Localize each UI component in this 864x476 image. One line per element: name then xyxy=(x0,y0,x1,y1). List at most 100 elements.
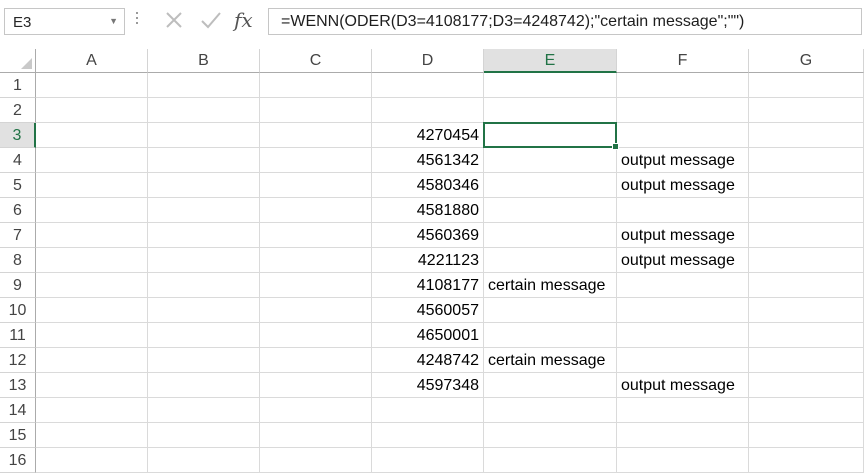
cell-b6[interactable] xyxy=(148,198,260,223)
column-header-c[interactable]: C xyxy=(260,49,372,73)
cell-g11[interactable] xyxy=(749,323,864,348)
cell-c5[interactable] xyxy=(260,173,372,198)
cell-g1[interactable] xyxy=(749,73,864,98)
cell-b1[interactable] xyxy=(148,73,260,98)
row-header-4[interactable]: 4 xyxy=(0,148,36,173)
cell-d3[interactable]: 4270454 xyxy=(372,123,484,148)
cell-b3[interactable] xyxy=(148,123,260,148)
cell-b16[interactable] xyxy=(148,448,260,473)
cell-c1[interactable] xyxy=(260,73,372,98)
cell-e14[interactable] xyxy=(484,398,617,423)
cell-b4[interactable] xyxy=(148,148,260,173)
cell-a6[interactable] xyxy=(36,198,148,223)
cell-c11[interactable] xyxy=(260,323,372,348)
cell-f16[interactable] xyxy=(617,448,749,473)
cell-e6[interactable] xyxy=(484,198,617,223)
cell-c2[interactable] xyxy=(260,98,372,123)
cell-d13[interactable]: 4597348 xyxy=(372,373,484,398)
cell-d14[interactable] xyxy=(372,398,484,423)
cell-f13[interactable]: output message xyxy=(617,373,749,398)
row-header-16[interactable]: 16 xyxy=(0,448,36,473)
cell-e7[interactable] xyxy=(484,223,617,248)
cell-d2[interactable] xyxy=(372,98,484,123)
cell-f11[interactable] xyxy=(617,323,749,348)
cell-g9[interactable] xyxy=(749,273,864,298)
column-header-g[interactable]: G xyxy=(749,49,864,73)
cell-d16[interactable] xyxy=(372,448,484,473)
cell-d6[interactable]: 4581880 xyxy=(372,198,484,223)
cancel-x-icon[interactable] xyxy=(158,6,190,36)
cell-c13[interactable] xyxy=(260,373,372,398)
checkmark-icon[interactable] xyxy=(195,6,227,36)
cell-g6[interactable] xyxy=(749,198,864,223)
active-cell-selection[interactable] xyxy=(483,122,619,150)
cell-e15[interactable] xyxy=(484,423,617,448)
cell-f5[interactable]: output message xyxy=(617,173,749,198)
cell-g13[interactable] xyxy=(749,373,864,398)
cell-g7[interactable] xyxy=(749,223,864,248)
cell-f7[interactable]: output message xyxy=(617,223,749,248)
row-header-15[interactable]: 15 xyxy=(0,423,36,448)
cell-g15[interactable] xyxy=(749,423,864,448)
cell-d10[interactable]: 4560057 xyxy=(372,298,484,323)
cell-a12[interactable] xyxy=(36,348,148,373)
cell-d12[interactable]: 4248742 xyxy=(372,348,484,373)
cell-c4[interactable] xyxy=(260,148,372,173)
cell-d1[interactable] xyxy=(372,73,484,98)
cell-b8[interactable] xyxy=(148,248,260,273)
fx-icon[interactable]: fx xyxy=(232,6,264,36)
cell-a3[interactable] xyxy=(36,123,148,148)
cell-g16[interactable] xyxy=(749,448,864,473)
cell-c16[interactable] xyxy=(260,448,372,473)
cell-b2[interactable] xyxy=(148,98,260,123)
cell-b10[interactable] xyxy=(148,298,260,323)
cell-a9[interactable] xyxy=(36,273,148,298)
cell-a15[interactable] xyxy=(36,423,148,448)
cell-g5[interactable] xyxy=(749,173,864,198)
cell-g4[interactable] xyxy=(749,148,864,173)
cell-b13[interactable] xyxy=(148,373,260,398)
column-header-d[interactable]: D xyxy=(372,49,484,73)
select-all-button[interactable] xyxy=(0,49,36,73)
row-header-14[interactable]: 14 xyxy=(0,398,36,423)
cell-f2[interactable] xyxy=(617,98,749,123)
cell-c6[interactable] xyxy=(260,198,372,223)
column-header-b[interactable]: B xyxy=(148,49,260,73)
row-header-6[interactable]: 6 xyxy=(0,198,36,223)
cell-g8[interactable] xyxy=(749,248,864,273)
row-header-1[interactable]: 1 xyxy=(0,73,36,98)
column-header-a[interactable]: A xyxy=(36,49,148,73)
row-header-3[interactable]: 3 xyxy=(0,123,36,148)
chevron-down-icon[interactable]: ▼ xyxy=(109,16,118,26)
cell-a10[interactable] xyxy=(36,298,148,323)
row-header-2[interactable]: 2 xyxy=(0,98,36,123)
cell-b7[interactable] xyxy=(148,223,260,248)
name-box[interactable]: E3 ▼ xyxy=(4,8,125,35)
cell-a2[interactable] xyxy=(36,98,148,123)
cell-g14[interactable] xyxy=(749,398,864,423)
cell-c8[interactable] xyxy=(260,248,372,273)
cell-a4[interactable] xyxy=(36,148,148,173)
cell-d8[interactable]: 4221123 xyxy=(372,248,484,273)
cell-d15[interactable] xyxy=(372,423,484,448)
cell-f3[interactable] xyxy=(617,123,749,148)
cell-b11[interactable] xyxy=(148,323,260,348)
cell-e10[interactable] xyxy=(484,298,617,323)
cell-f8[interactable]: output message xyxy=(617,248,749,273)
cell-e12[interactable]: certain message xyxy=(484,348,617,373)
cell-b5[interactable] xyxy=(148,173,260,198)
cell-a13[interactable] xyxy=(36,373,148,398)
cell-e5[interactable] xyxy=(484,173,617,198)
cell-a11[interactable] xyxy=(36,323,148,348)
cell-a5[interactable] xyxy=(36,173,148,198)
cell-g10[interactable] xyxy=(749,298,864,323)
cell-e9[interactable]: certain message xyxy=(484,273,617,298)
cell-d4[interactable]: 4561342 xyxy=(372,148,484,173)
cell-b9[interactable] xyxy=(148,273,260,298)
cell-b14[interactable] xyxy=(148,398,260,423)
cell-a16[interactable] xyxy=(36,448,148,473)
cell-e16[interactable] xyxy=(484,448,617,473)
cell-b12[interactable] xyxy=(148,348,260,373)
cell-f4[interactable]: output message xyxy=(617,148,749,173)
row-header-13[interactable]: 13 xyxy=(0,373,36,398)
